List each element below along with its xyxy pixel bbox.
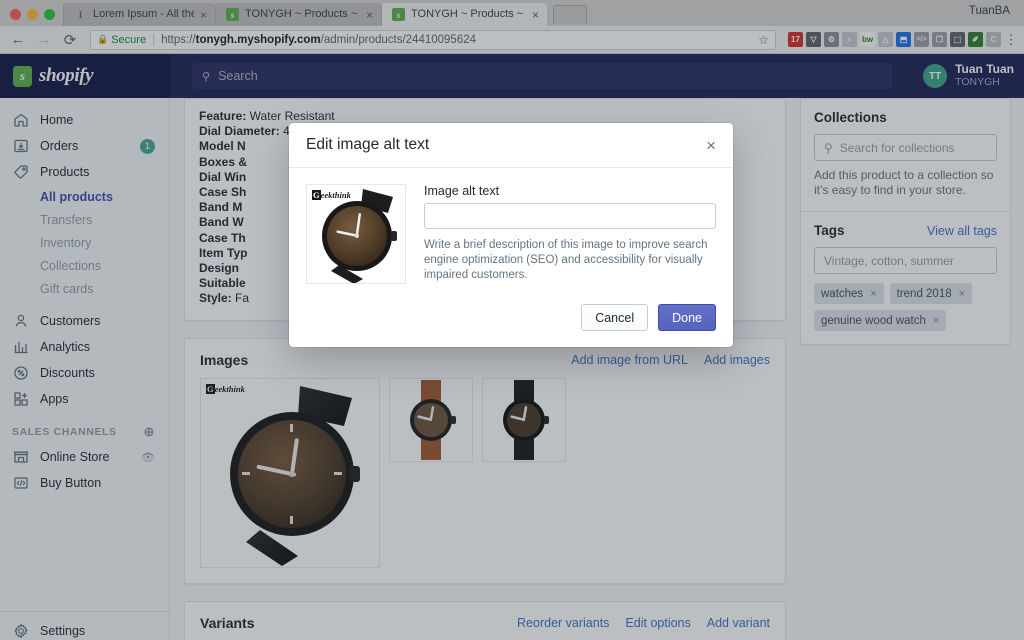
modal-header: Edit image alt text × xyxy=(289,123,733,168)
alt-text-label: Image alt text xyxy=(424,184,500,198)
alt-text-field-group: Image alt text Write a brief description… xyxy=(424,184,716,284)
alt-text-input[interactable] xyxy=(424,203,716,229)
modal-title: Edit image alt text xyxy=(306,136,430,153)
modal-body: Geekthink Image alt text Write a brief d… xyxy=(289,168,733,304)
edit-alt-text-modal: Edit image alt text × Geekthink Image al… xyxy=(289,123,733,347)
alt-text-help: Write a brief description of this image … xyxy=(424,239,708,281)
modal-image-preview: Geekthink xyxy=(306,184,406,284)
modal-footer: Cancel Done xyxy=(289,304,733,347)
done-button[interactable]: Done xyxy=(658,304,716,331)
cancel-button[interactable]: Cancel xyxy=(581,304,649,331)
watermark: Geekthink xyxy=(312,190,351,200)
close-icon[interactable]: × xyxy=(706,137,716,154)
screen-root: I Lorem Ipsum - All the facts - L × s TO… xyxy=(0,0,1024,640)
